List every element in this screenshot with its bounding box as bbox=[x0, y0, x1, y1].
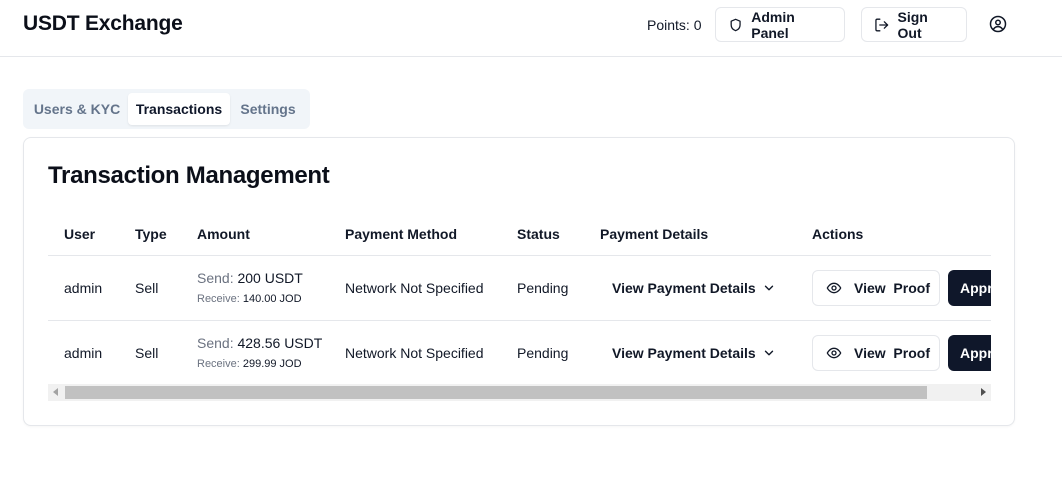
row-divider bbox=[48, 320, 991, 321]
eye-icon bbox=[826, 347, 842, 359]
tab-users-kyc[interactable]: Users & KYC bbox=[29, 93, 125, 125]
receive-value: 140.00 JOD bbox=[242, 293, 302, 305]
cell-amount-receive: Receive: 140.00 JOD bbox=[197, 293, 302, 305]
column-header-payment-method: Payment Method bbox=[345, 226, 458, 242]
receive-value: 299.99 JOD bbox=[242, 358, 302, 370]
send-value: 200 USDT bbox=[237, 270, 303, 286]
scroll-left-arrow-icon[interactable] bbox=[53, 388, 58, 396]
receive-label: Receive: bbox=[197, 293, 240, 305]
view-proof-button[interactable]: View Proof bbox=[812, 270, 940, 306]
horizontal-scrollbar[interactable] bbox=[48, 384, 991, 401]
card-title: Transaction Management bbox=[48, 162, 330, 189]
row-divider bbox=[48, 255, 991, 256]
view-proof-label: View Proof bbox=[854, 345, 930, 361]
send-value: 428.56 USDT bbox=[237, 335, 323, 351]
view-proof-button[interactable]: View Proof bbox=[812, 335, 940, 371]
cell-type: Sell bbox=[135, 280, 159, 296]
admin-panel-label: Admin Panel bbox=[751, 8, 795, 41]
cell-status: Pending bbox=[517, 280, 569, 296]
approve-button[interactable]: Appr bbox=[948, 270, 991, 306]
column-header-user: User bbox=[64, 226, 96, 242]
column-header-actions: Actions bbox=[812, 226, 864, 242]
top-bar: USDT Exchange Points: 0 Admin Panel Sign… bbox=[0, 0, 1062, 57]
cell-amount-receive: Receive: 299.99 JOD bbox=[197, 358, 302, 370]
column-header-amount: Amount bbox=[197, 226, 250, 242]
view-payment-details-button[interactable]: View Payment Details bbox=[612, 280, 776, 296]
user-circle-icon[interactable] bbox=[989, 15, 1007, 33]
column-header-payment-details: Payment Details bbox=[600, 226, 709, 242]
column-header-status: Status bbox=[517, 226, 560, 242]
tab-settings[interactable]: Settings bbox=[233, 93, 303, 125]
admin-panel-button[interactable]: Admin Panel bbox=[715, 7, 845, 42]
points-counter: Points: 0 bbox=[647, 17, 702, 33]
cell-payment-method: Network Not Specified bbox=[345, 345, 484, 361]
column-header-type: Type bbox=[135, 226, 167, 242]
cell-status: Pending bbox=[517, 345, 569, 361]
approve-button[interactable]: Appr bbox=[948, 335, 991, 371]
sign-out-button[interactable]: Sign Out bbox=[861, 7, 967, 42]
tab-transactions[interactable]: Transactions bbox=[128, 93, 230, 125]
eye-icon bbox=[826, 282, 842, 294]
cell-user: admin bbox=[64, 345, 103, 361]
details-label: View Payment Details bbox=[612, 345, 756, 361]
view-payment-details-button[interactable]: View Payment Details bbox=[612, 345, 776, 361]
tab-list: Users & KYC Transactions Settings bbox=[23, 89, 310, 129]
chevron-down-icon bbox=[764, 285, 773, 291]
transactions-card: Transaction Management User Type Amount … bbox=[23, 137, 1015, 426]
cell-type: Sell bbox=[135, 345, 159, 361]
details-label: View Payment Details bbox=[612, 280, 756, 296]
send-label: Send: bbox=[197, 270, 234, 286]
scrollbar-thumb[interactable] bbox=[65, 386, 927, 399]
cell-user: admin bbox=[64, 280, 103, 296]
transactions-table: User Type Amount Payment Method Status P… bbox=[48, 214, 991, 402]
chevron-down-icon bbox=[764, 350, 773, 356]
cell-amount-send: Send: 200 USDT bbox=[197, 270, 303, 286]
shield-icon bbox=[730, 18, 741, 31]
scroll-right-arrow-icon[interactable] bbox=[981, 388, 986, 396]
cell-payment-method: Network Not Specified bbox=[345, 280, 484, 296]
sign-out-label: Sign Out bbox=[897, 8, 928, 41]
view-proof-label: View Proof bbox=[854, 280, 930, 296]
app-title: USDT Exchange bbox=[23, 12, 183, 35]
send-label: Send: bbox=[197, 335, 234, 351]
logout-icon bbox=[875, 18, 889, 31]
cell-amount-send: Send: 428.56 USDT bbox=[197, 335, 322, 351]
receive-label: Receive: bbox=[197, 358, 240, 370]
